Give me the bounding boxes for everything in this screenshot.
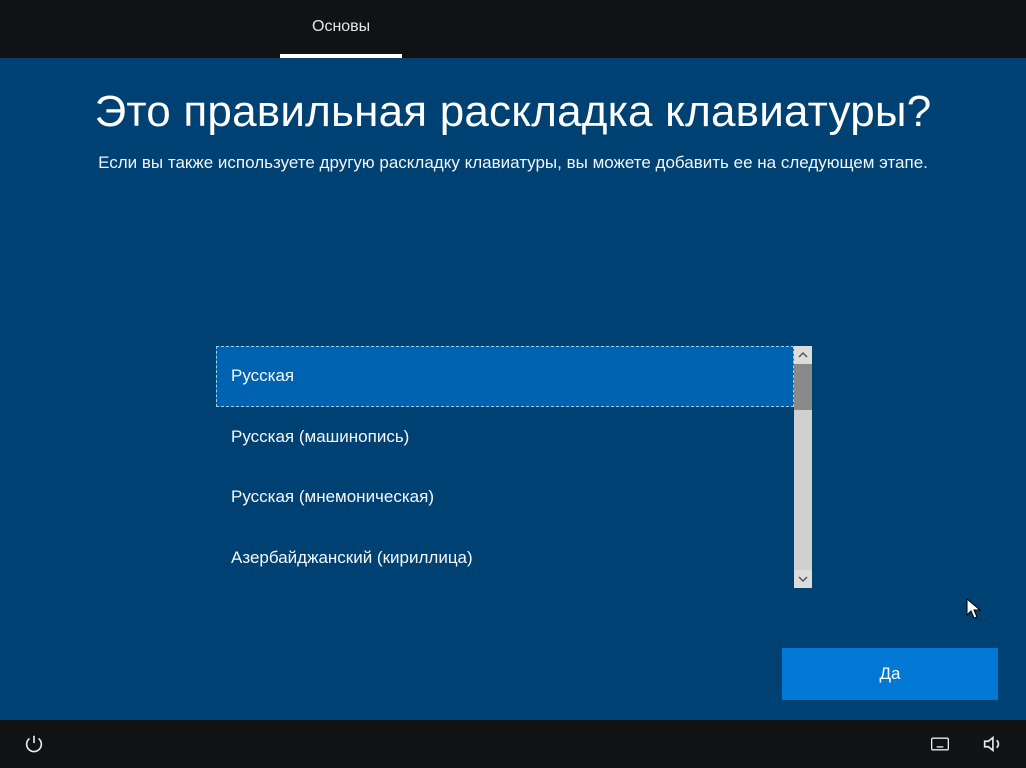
list-item[interactable]: Азербайджанский (кириллица): [216, 528, 794, 589]
scrollbar[interactable]: [794, 346, 812, 588]
content-area: Это правильная раскладка клавиатуры? Есл…: [0, 58, 1026, 720]
list-item-label: Русская (машинопись): [231, 427, 409, 447]
confirm-button-label: Да: [880, 664, 901, 683]
page-subtitle: Если вы также используете другую расклад…: [43, 153, 983, 173]
keyboard-icon[interactable]: [928, 732, 952, 756]
power-icon[interactable]: [22, 732, 46, 756]
bottom-bar: [0, 720, 1026, 768]
list-item-label: Азербайджанский (кириллица): [231, 548, 473, 568]
scroll-up-icon[interactable]: [794, 346, 812, 364]
oobe-screen: Основы Это правильная раскладка клавиату…: [0, 0, 1026, 768]
list-item-label: Русская (мнемоническая): [231, 487, 434, 507]
list-item[interactable]: Русская (машинопись): [216, 407, 794, 468]
bottom-bar-left: [22, 732, 46, 756]
sound-icon[interactable]: [980, 732, 1004, 756]
page-title: Это правильная раскладка клавиатуры?: [63, 84, 963, 139]
bottom-bar-right: [928, 732, 1004, 756]
list-item-label: Русская: [231, 366, 294, 386]
list-item[interactable]: Русская: [216, 346, 794, 407]
top-bar: Основы: [0, 0, 1026, 58]
scroll-thumb[interactable]: [794, 364, 812, 410]
confirm-button[interactable]: Да: [782, 648, 998, 700]
listbox[interactable]: Русская Русская (машинопись) Русская (мн…: [216, 346, 794, 588]
keyboard-layout-list: Русская Русская (машинопись) Русская (мн…: [216, 346, 812, 588]
tab-basics[interactable]: Основы: [280, 0, 402, 58]
list-item[interactable]: Русская (мнемоническая): [216, 467, 794, 528]
scroll-down-icon[interactable]: [794, 570, 812, 588]
tab-label: Основы: [312, 18, 370, 36]
